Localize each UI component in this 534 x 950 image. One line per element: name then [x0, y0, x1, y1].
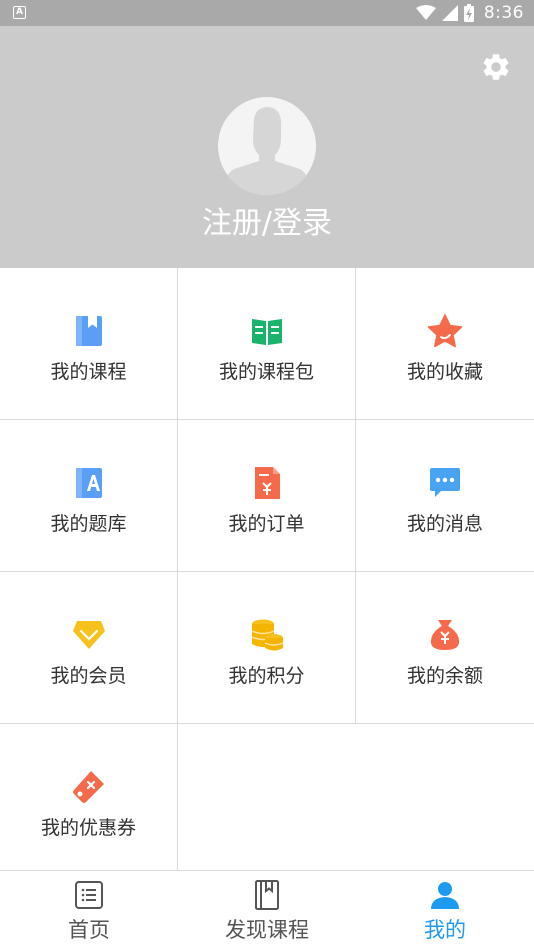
grid-item-label: 我的余额 — [406, 665, 483, 687]
status-icons: 8:36 — [415, 3, 524, 23]
tab-my-profile[interactable]: 我的 — [356, 871, 534, 950]
tab-discover-courses[interactable]: 发现课程 — [178, 871, 356, 950]
grid-item-label: 我的课程包 — [218, 361, 314, 383]
coupon-tag-icon — [73, 771, 104, 803]
bottom-tab-bar: 首页 发现课程 我的 — [0, 870, 534, 950]
gear-icon[interactable] — [480, 51, 512, 83]
grid-item-my-coupons[interactable]: 我的优惠券 — [0, 724, 178, 870]
app-notification-icon: A — [13, 6, 26, 19]
order-icon — [255, 467, 280, 499]
grid-item-label: 我的优惠券 — [40, 817, 136, 839]
grid-item-my-favorites[interactable]: 我的收藏 — [356, 268, 534, 420]
grid-item-label: 我的订单 — [228, 513, 305, 535]
grid-item-my-balance[interactable]: 我的余额 — [356, 572, 534, 724]
feature-grid: 我的课程 我的课程包 我的收藏 我的题库 我的订单 我的消息 我的会员 我的积分… — [0, 268, 534, 870]
star-icon — [427, 314, 463, 348]
open-book-icon — [252, 319, 282, 345]
vip-diamond-icon — [73, 621, 105, 649]
grid-item-my-courses[interactable]: 我的课程 — [0, 268, 178, 420]
money-bag-icon — [430, 620, 460, 650]
grid-item-my-orders[interactable]: 我的订单 — [178, 420, 356, 572]
grid-item-my-messages[interactable]: 我的消息 — [356, 420, 534, 572]
message-icon — [430, 468, 460, 497]
grid-item-label: 我的收藏 — [406, 361, 483, 383]
clock: 8:36 — [483, 3, 524, 23]
home-list-icon — [75, 881, 103, 909]
tab-label: 发现课程 — [225, 918, 309, 942]
signal-icon — [441, 5, 458, 21]
grid-item-label: 我的消息 — [406, 513, 483, 535]
status-bar: A 8:36 — [0, 0, 534, 26]
grid-item-my-points[interactable]: 我的积分 — [178, 572, 356, 724]
grid-item-label: 我的课程 — [50, 361, 127, 383]
coins-icon — [251, 619, 284, 651]
wifi-icon — [415, 5, 436, 20]
discover-book-icon — [255, 880, 279, 910]
course-book-icon — [76, 316, 102, 346]
grid-item-my-membership[interactable]: 我的会员 — [0, 572, 178, 724]
grid-item-label: 我的会员 — [50, 665, 127, 687]
question-bank-icon — [76, 468, 102, 498]
grid-item-label: 我的题库 — [50, 513, 127, 535]
login-register-link[interactable]: 注册/登录 — [0, 202, 534, 246]
tab-label: 首页 — [68, 918, 110, 942]
profile-icon — [431, 882, 459, 909]
tab-home[interactable]: 首页 — [0, 871, 178, 950]
battery-icon — [463, 4, 474, 22]
profile-header: 注册/登录 — [0, 26, 534, 268]
tab-label: 我的 — [424, 918, 466, 942]
avatar[interactable] — [218, 97, 316, 195]
grid-item-label: 我的积分 — [228, 665, 305, 687]
grid-item-my-question-bank[interactable]: 我的题库 — [0, 420, 178, 572]
avatar-placeholder-icon — [222, 107, 312, 195]
grid-item-my-course-packages[interactable]: 我的课程包 — [178, 268, 356, 420]
